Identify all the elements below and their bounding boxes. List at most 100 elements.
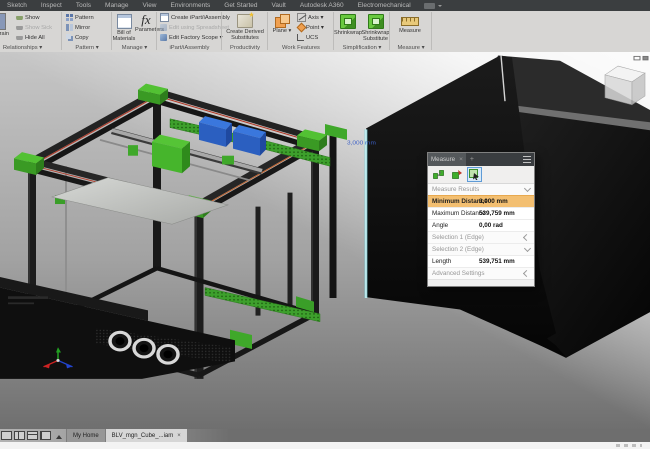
show-sick-icon	[16, 24, 23, 31]
measure-button[interactable]: Measure	[394, 12, 426, 34]
group-label-simplification[interactable]: Simplification ▾	[334, 45, 390, 51]
advanced-settings-header[interactable]: Advanced Settings	[428, 267, 534, 279]
measure-panel: Measure × + Measure Results Minimum Dist…	[427, 152, 535, 287]
constrain-button[interactable]: Constrain	[0, 12, 11, 37]
pattern-button[interactable]: Pattern	[66, 13, 94, 22]
tab-my-home[interactable]: My Home	[66, 429, 106, 442]
bill-of-materials-icon	[117, 14, 132, 29]
show-icon	[16, 14, 23, 21]
length-row[interactable]: Length 539,751 mm	[428, 255, 534, 267]
group-label-pattern[interactable]: Pattern ▾	[62, 45, 112, 51]
shrinkwrap-substitute-icon	[368, 14, 384, 29]
point-icon	[297, 23, 307, 33]
split-horizontal-icon[interactable]	[27, 431, 38, 440]
angle-row[interactable]: Angle 0,00 rad	[428, 219, 534, 231]
measure-angle-tool[interactable]	[449, 167, 464, 182]
menu-autodesk-a360[interactable]: Autodesk A360	[293, 0, 351, 11]
measure-panel-tab[interactable]: Measure ×	[428, 153, 466, 166]
clean-screen-icon[interactable]	[1, 431, 12, 440]
menu-get-started[interactable]: Get Started	[217, 0, 264, 11]
copy-button[interactable]: Copy	[66, 33, 89, 42]
selection1-header[interactable]: Selection 1 (Edge)	[428, 231, 534, 243]
expand-up-icon[interactable]	[56, 432, 62, 439]
create-derived-substitutes-button[interactable]: Create Derived Substitutes	[226, 12, 264, 41]
view-cube[interactable]	[605, 66, 645, 105]
group-label-manage[interactable]: Manage ▾	[112, 45, 157, 51]
menu-view[interactable]: View	[136, 0, 164, 11]
pattern-icon	[66, 14, 73, 21]
menu-electromechanical[interactable]: Electromechanical	[351, 0, 418, 11]
create-ipart-icon	[160, 13, 169, 22]
measure-panel-add-tab-icon[interactable]: +	[466, 153, 478, 166]
status-bar	[0, 442, 650, 449]
hide-all-button[interactable]: Hide All	[16, 33, 45, 42]
menu-bar: Sketch Inspect Tools Manage View Environ…	[0, 0, 650, 11]
ribbon-group-ipart: Create iPart/iAssembly Edit using Spread…	[157, 11, 222, 52]
ribbon-group-work-features: Plane ▾ Axis ▾ Point ▾ UCS Work Features	[268, 11, 334, 52]
point-button[interactable]: Point ▾	[297, 23, 324, 32]
selection2-header[interactable]: Selection 2 (Edge)	[428, 243, 534, 255]
measure-select-tool[interactable]	[467, 167, 482, 182]
ucs-icon	[297, 34, 304, 41]
viewport-3d[interactable]: 3,000 mm	[0, 52, 650, 429]
minimum-distance-row[interactable]: Minimum Distance 3,000 mm	[428, 195, 534, 207]
group-label-work-features[interactable]: Work Features	[268, 45, 334, 51]
ribbon-group-measure: Measure Measure ▾	[390, 11, 432, 52]
axis-button[interactable]: Axis ▾	[297, 13, 323, 22]
measure-tool-row	[428, 166, 534, 184]
measure-results-header[interactable]: Measure Results	[428, 184, 534, 195]
measure-panel-footer	[428, 279, 534, 286]
group-label-measure[interactable]: Measure ▾	[390, 45, 432, 51]
plane-icon	[275, 14, 289, 27]
group-label-ipart[interactable]: iPart/iAssembly	[157, 45, 222, 51]
menu-environments[interactable]: Environments	[164, 0, 218, 11]
menu-tools[interactable]: Tools	[69, 0, 98, 11]
shrinkwrap-icon	[340, 14, 356, 29]
menu-sketch[interactable]: Sketch	[0, 0, 34, 11]
measure-panel-close-icon[interactable]: ×	[459, 156, 463, 163]
ribbon-group-pattern: Pattern Mirror Copy Pattern ▾	[62, 11, 112, 52]
create-ipart-button[interactable]: Create iPart/iAssembly	[160, 13, 230, 22]
maximum-distance-value: 539,759 mm	[479, 210, 515, 217]
split-vertical-icon[interactable]	[14, 431, 25, 440]
hide-all-icon	[16, 34, 23, 41]
shrinkwrap-button[interactable]: Shrinkwrap	[334, 12, 361, 36]
shrinkwrap-substitute-button[interactable]: Shrinkwrap Substitute	[361, 12, 390, 42]
viewport-scene: 3,000 mm	[0, 52, 650, 429]
axis-icon	[297, 13, 306, 22]
chevron-left-icon	[523, 234, 530, 241]
bill-of-materials-button[interactable]: Bill of Materials	[112, 12, 136, 42]
menu-manage[interactable]: Manage	[98, 0, 136, 11]
screen-capture-icon[interactable]	[424, 3, 435, 9]
tab-close-icon[interactable]: ×	[177, 433, 181, 439]
ribbon-group-simplification: Shrinkwrap Shrinkwrap Substitute Simplif…	[334, 11, 390, 52]
menu-vault[interactable]: Vault	[265, 0, 293, 11]
angle-value: 0,00 rad	[479, 222, 503, 229]
chevron-left-icon	[523, 270, 530, 277]
mirror-icon	[66, 24, 73, 31]
plane-button[interactable]: Plane ▾	[270, 12, 294, 34]
edit-factory-scope-button[interactable]: Edit Factory Scope ▾	[160, 33, 223, 42]
arrange-windows-icon[interactable]	[40, 431, 51, 440]
measure-distance-tool[interactable]	[431, 167, 446, 182]
group-label-productivity[interactable]: Productivity	[222, 45, 268, 51]
parameters-button[interactable]: fx Parameters	[135, 12, 157, 33]
ribbon-group-manage: Bill of Materials fx Parameters Manage ▾	[112, 11, 157, 52]
group-label-relationships[interactable]: Relationships ▾	[0, 45, 62, 51]
measure-panel-header: Measure × +	[428, 153, 534, 166]
show-button[interactable]: Show	[16, 13, 40, 22]
distance-annotation: 3,000 mm	[347, 140, 376, 147]
show-sick-button[interactable]: Show Sick	[16, 23, 52, 32]
mirror-button[interactable]: Mirror	[66, 23, 90, 32]
document-tab-bar: My Home BLV_mgn_Cube_...iam ×	[0, 429, 650, 442]
ucs-button[interactable]: UCS	[297, 33, 318, 42]
ribbon-group-relationships: Constrain Show Show Sick Hide All Relati…	[0, 11, 62, 52]
menu-inspect[interactable]: Inspect	[34, 0, 69, 11]
group-separator	[431, 12, 432, 50]
length-value: 539,751 mm	[479, 258, 515, 265]
maximum-distance-row[interactable]: Maximum Distance 539,759 mm	[428, 207, 534, 219]
measure-panel-menu-icon[interactable]	[523, 156, 531, 163]
tab-document[interactable]: BLV_mgn_Cube_...iam ×	[106, 429, 188, 442]
edit-spreadsheet-icon	[160, 24, 167, 31]
edit-spreadsheet-button[interactable]: Edit using Spreadsheet	[160, 23, 229, 32]
